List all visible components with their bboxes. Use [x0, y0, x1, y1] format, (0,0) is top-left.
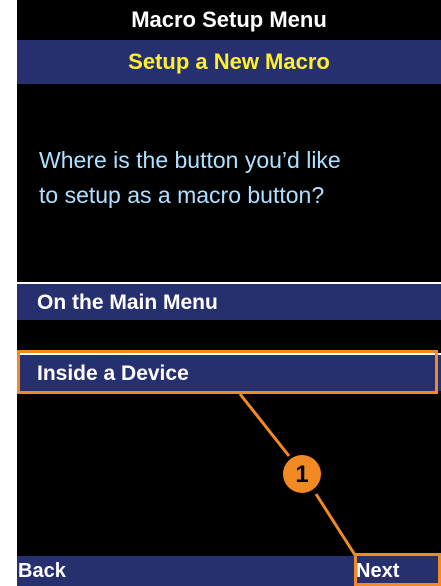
- callout-line-to-device: [238, 393, 291, 457]
- callout-overlay: 1: [238, 393, 357, 556]
- callout-line-to-next: [314, 493, 357, 556]
- callout-number: 1: [295, 461, 308, 488]
